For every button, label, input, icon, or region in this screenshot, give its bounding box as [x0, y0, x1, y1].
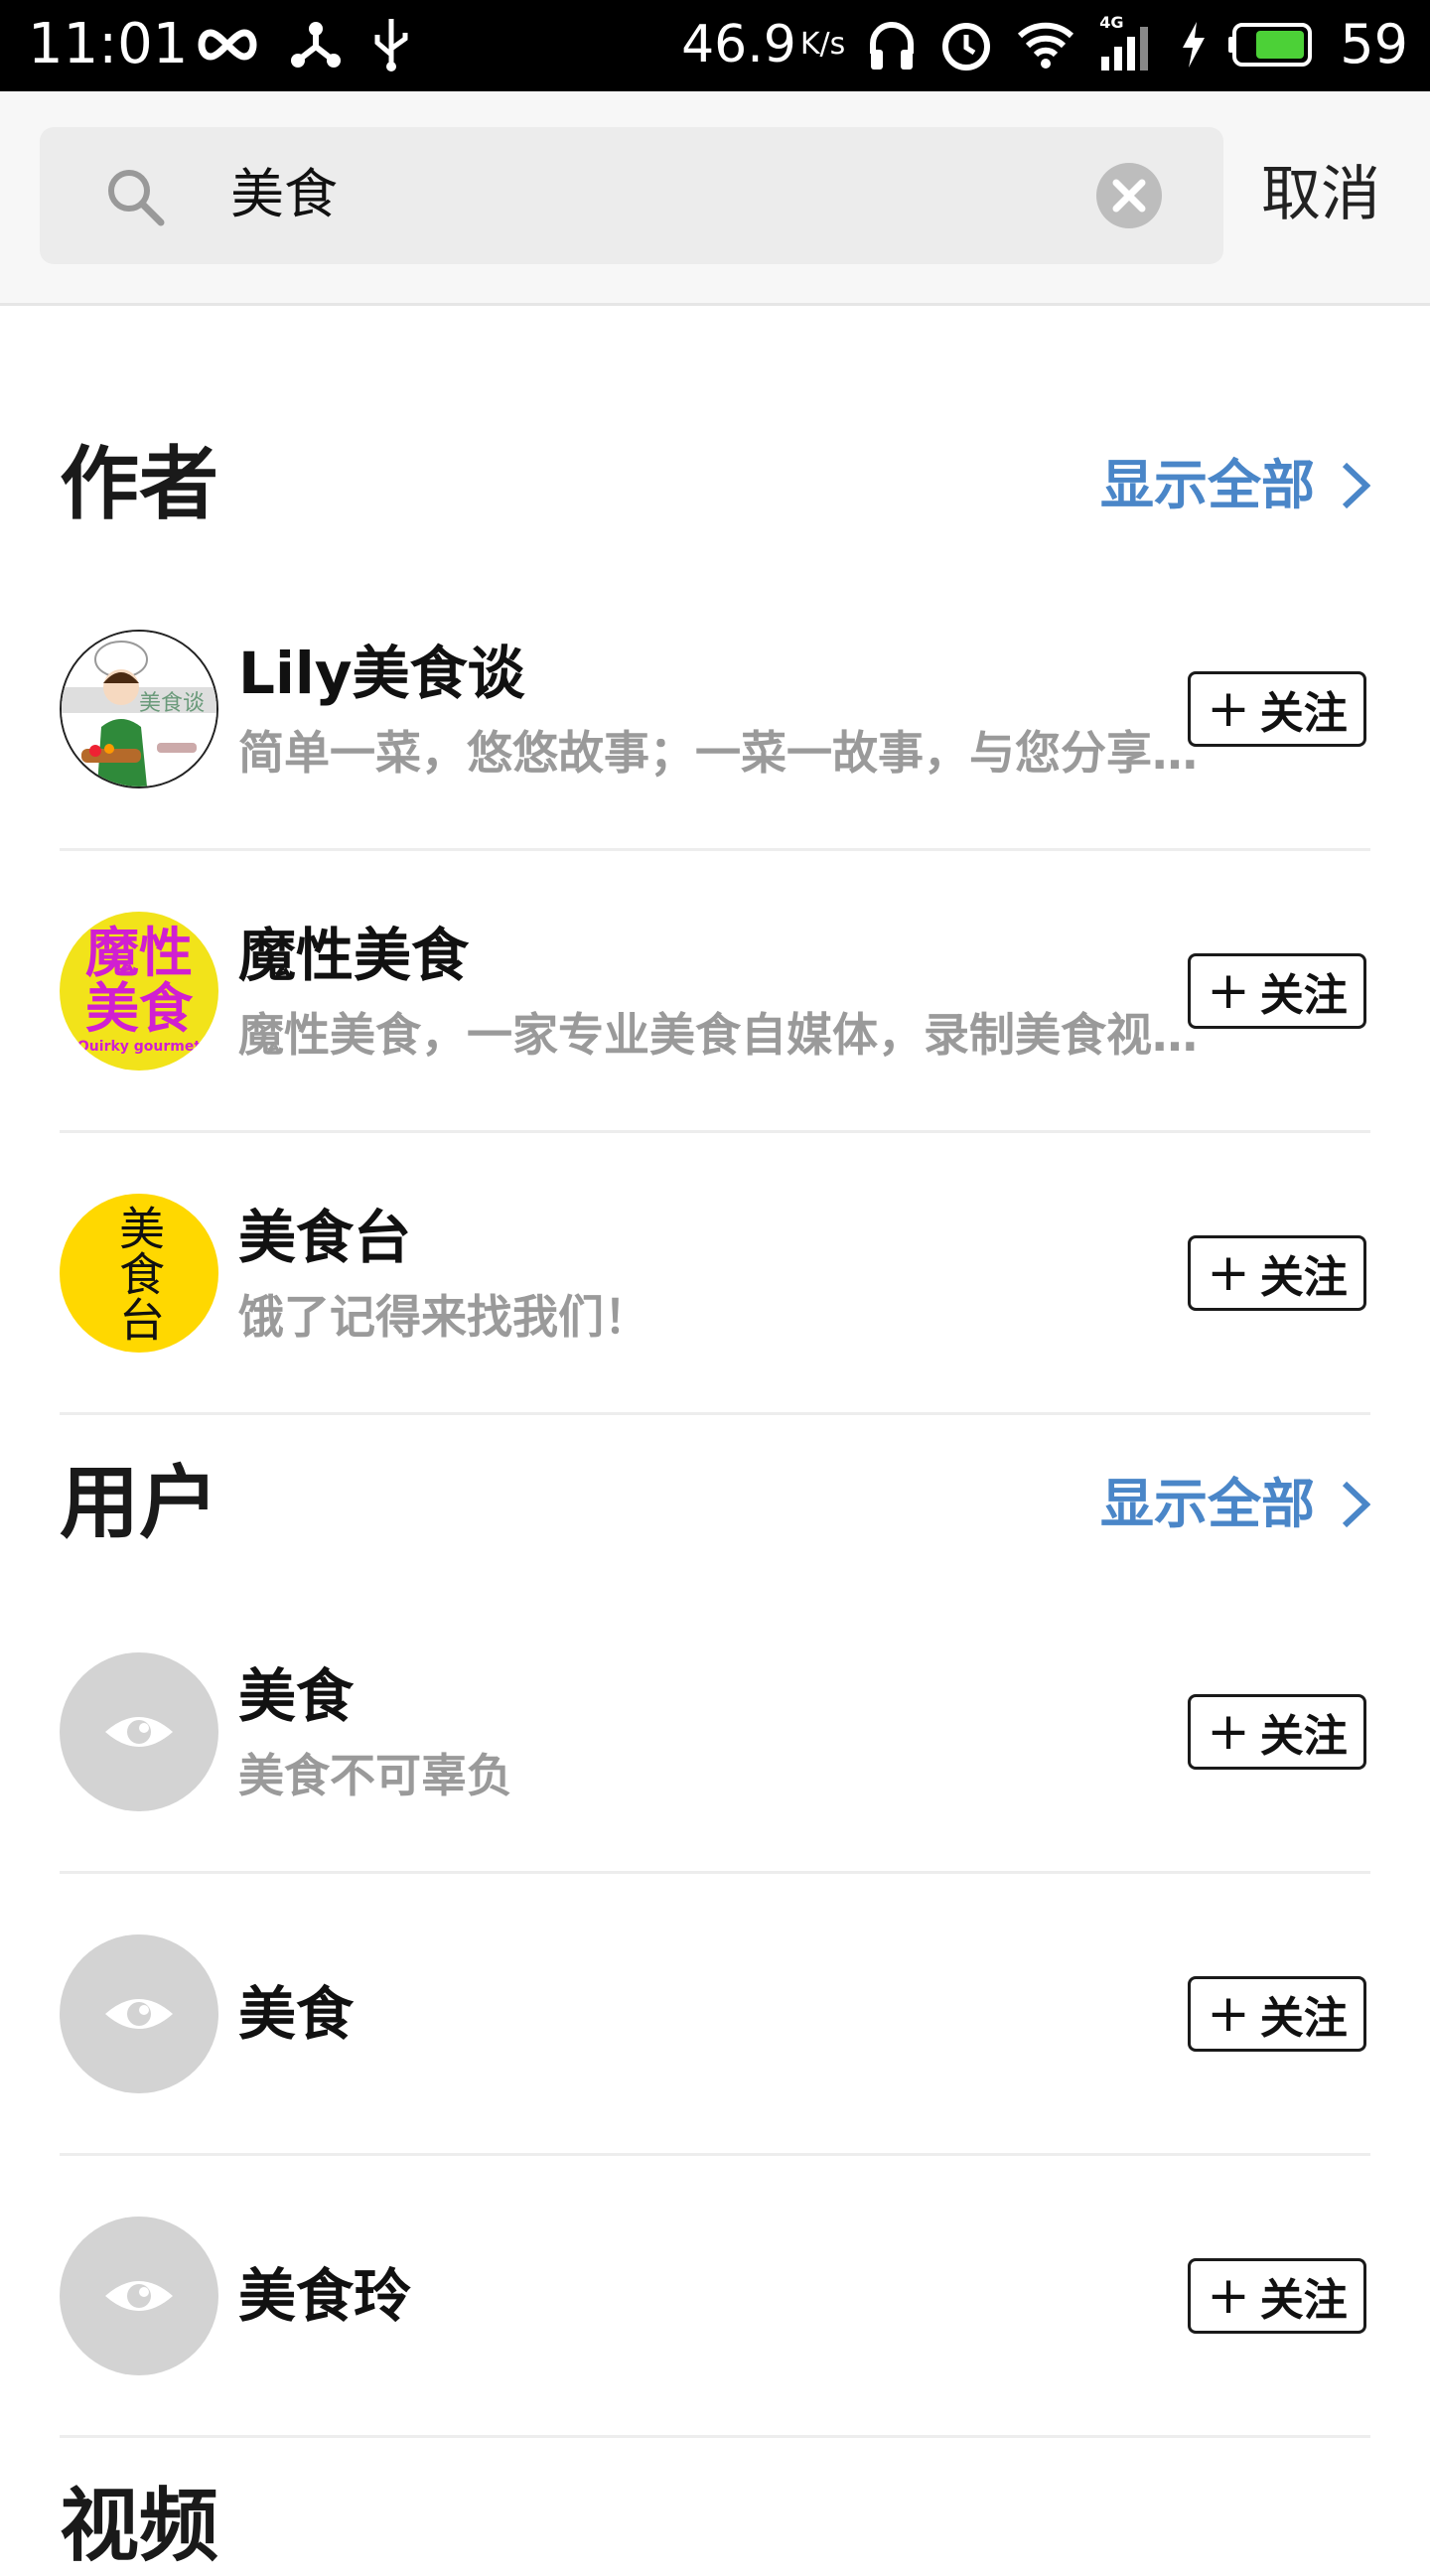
follow-label: 关注 [1259, 2275, 1348, 2326]
author-description: 简单一菜，悠悠故事；一菜一故事，与您分享美食背后的温情 [238, 726, 1231, 780]
author-avatar[interactable]: 魔性 美食 Quirky gourmet [60, 912, 218, 1071]
follow-label: 关注 [1259, 688, 1348, 739]
signal-icon: 4G [1097, 13, 1159, 72]
author-description: 魔性美食，一家专业美食自媒体，录制美食视频，分享美食生活 [238, 1008, 1231, 1062]
search-icon [108, 170, 165, 226]
follow-label: 关注 [1259, 1993, 1348, 2044]
status-left-icons [195, 14, 411, 75]
show-all-label: 显示全部 [1100, 454, 1315, 516]
user-row[interactable]: 美食 + 关注 [60, 1934, 1370, 2133]
avatar-label: 美食台 [112, 1205, 166, 1342]
divider [60, 1871, 1370, 1874]
network-speed: 46.9 [681, 15, 796, 74]
user-avatar[interactable] [60, 1934, 218, 2093]
follow-label: 关注 [1259, 1711, 1348, 1762]
user-name[interactable]: 美食玲 [238, 2256, 411, 2336]
headphones-icon [870, 22, 915, 70]
cancel-button[interactable]: 取消 [1261, 153, 1380, 236]
avatar-label: 美食谈 [139, 691, 206, 716]
user-name[interactable]: 美食 [238, 1974, 354, 2054]
plus-icon: + [1207, 961, 1250, 1021]
user-description: 美食不可辜负 [238, 1749, 512, 1802]
share-network-icon [291, 22, 341, 68]
user-row[interactable]: 美食玲 + 关注 [60, 2217, 1370, 2415]
chevron-right-icon [1342, 462, 1370, 509]
users-show-all-link[interactable]: 显示全部 [1100, 1470, 1370, 1539]
author-row[interactable]: 美食台 美食台 饿了记得来找我们！ + 关注 [60, 1194, 1370, 1392]
follow-button[interactable]: + 关注 [1188, 1976, 1366, 2052]
alarm-icon [942, 23, 991, 71]
search-header: 美食 取消 [0, 91, 1430, 306]
section-title-authors: 作者 [60, 438, 218, 530]
follow-label: 关注 [1259, 970, 1348, 1021]
show-all-label: 显示全部 [1100, 1473, 1315, 1535]
plus-icon: + [1207, 1984, 1250, 2044]
divider [60, 2153, 1370, 2156]
authors-section-header: 作者 显示全部 [60, 435, 1370, 534]
user-avatar[interactable] [60, 2217, 218, 2375]
status-right-icons: 46.9 K/s 4G 59 [681, 12, 1408, 77]
charging-icon [1183, 22, 1206, 68]
section-title-users: 用户 [60, 1457, 218, 1549]
wifi-icon [1018, 22, 1074, 69]
divider [60, 1130, 1370, 1133]
author-row[interactable]: 美食谈 Lily美食谈 简单一菜，悠悠故事；一菜一故事，与您分享美食背后的温情 … [60, 630, 1370, 828]
eye-icon [105, 1999, 173, 2029]
battery-level: 59 [1340, 13, 1408, 75]
search-query-text[interactable]: 美食 [230, 157, 338, 232]
follow-label: 关注 [1259, 1252, 1348, 1303]
author-avatar[interactable]: 美食台 [60, 1194, 218, 1353]
videos-section-header: 视频 [60, 2477, 1370, 2576]
plus-icon: + [1207, 2266, 1250, 2326]
author-row[interactable]: 魔性 美食 Quirky gourmet 魔性美食 魔性美食，一家专业美食自媒体… [60, 912, 1370, 1110]
plus-icon: + [1207, 679, 1250, 739]
avatar-text-line1: 魔性 [85, 922, 193, 984]
author-description: 饿了记得来找我们！ [238, 1290, 649, 1344]
network-speed-unit: K/s [799, 27, 846, 62]
user-avatar[interactable] [60, 1652, 218, 1811]
battery-icon [1228, 23, 1313, 67]
follow-button[interactable]: + 关注 [1188, 2258, 1366, 2334]
search-input[interactable]: 美食 [40, 127, 1223, 264]
status-time: 11:01 [28, 12, 189, 76]
authors-show-all-link[interactable]: 显示全部 [1100, 451, 1370, 520]
plus-icon: + [1207, 1702, 1250, 1762]
user-name[interactable]: 美食 [238, 1656, 354, 1736]
divider [60, 848, 1370, 851]
clear-icon[interactable] [1094, 161, 1164, 230]
section-title-videos: 视频 [60, 2480, 218, 2572]
eye-icon [105, 2281, 173, 2311]
user-row[interactable]: 美食 美食不可辜负 + 关注 [60, 1652, 1370, 1851]
chevron-right-icon [1342, 1481, 1370, 1528]
follow-button[interactable]: + 关注 [1188, 1694, 1366, 1770]
follow-button[interactable]: + 关注 [1188, 671, 1366, 747]
follow-button[interactable]: + 关注 [1188, 1235, 1366, 1311]
author-name[interactable]: Lily美食谈 [238, 634, 525, 713]
usb-icon [374, 19, 408, 72]
avatar-subtext: Quirky gourmet [76, 1039, 202, 1055]
eye-icon [105, 1717, 173, 1747]
author-avatar[interactable]: 美食谈 [60, 630, 218, 788]
status-bar: 11:01 46.9 K/s 4G 59 [0, 0, 1430, 91]
follow-button[interactable]: + 关注 [1188, 953, 1366, 1029]
author-name[interactable]: 美食台 [238, 1198, 411, 1277]
infinity-icon [198, 29, 257, 61]
plus-icon: + [1207, 1243, 1250, 1303]
divider [60, 2435, 1370, 2438]
divider [60, 1412, 1370, 1415]
author-name[interactable]: 魔性美食 [238, 916, 469, 995]
avatar-text-line2: 美食 [85, 977, 193, 1040]
users-section-header: 用户 显示全部 [60, 1454, 1370, 1553]
